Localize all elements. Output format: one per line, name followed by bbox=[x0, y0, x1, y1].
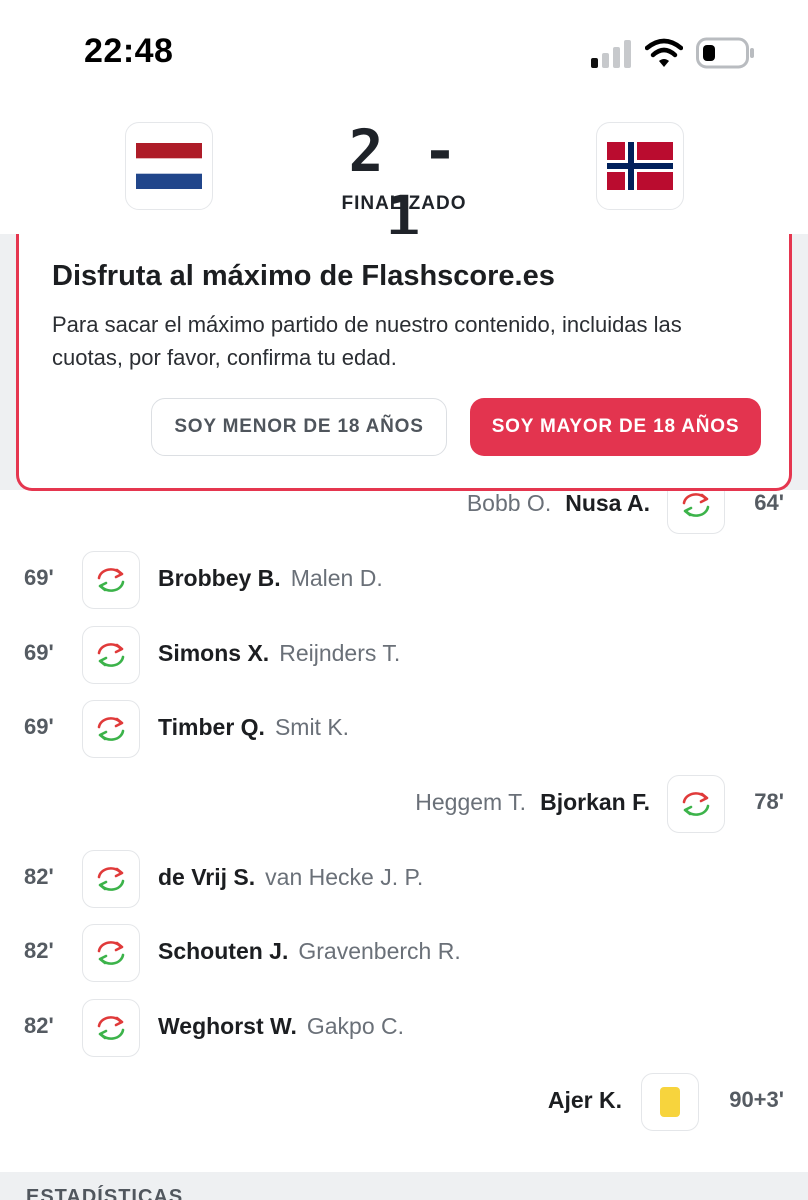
under-18-button[interactable]: SOY MENOR DE 18 AÑOS bbox=[151, 398, 447, 456]
event-players: Heggem T. Bjorkan F. bbox=[415, 789, 650, 816]
event-minute: 90+3' bbox=[729, 1087, 784, 1112]
stats-section-label: ESTADÍSTICAS bbox=[26, 1186, 184, 1200]
player-out[interactable]: Gravenberch R. bbox=[298, 938, 460, 964]
substitution-icon bbox=[82, 626, 140, 684]
substitution-icon bbox=[82, 924, 140, 982]
substitution-event-row: 82' Schouten J. Gravenberch R. bbox=[0, 924, 808, 982]
event-minute: 82' bbox=[24, 938, 54, 963]
match-score: 2 - 1 bbox=[348, 117, 460, 251]
player-in[interactable]: Timber Q. bbox=[158, 714, 265, 740]
player-in[interactable]: Bjorkan F. bbox=[540, 789, 650, 815]
player-out[interactable]: Reijnders T. bbox=[279, 640, 400, 666]
event-minute: 69' bbox=[24, 640, 54, 665]
player-out[interactable]: Bobb O. bbox=[467, 490, 551, 516]
away-team-flag[interactable] bbox=[596, 122, 684, 210]
event-minute: 78' bbox=[754, 789, 784, 814]
event-players: Simons X. Reijnders T. bbox=[158, 640, 400, 667]
banner-title: Disfruta al máximo de Flashscore.es bbox=[52, 260, 555, 292]
player-in[interactable]: Simons X. bbox=[158, 640, 269, 666]
event-players: de Vrij S. van Hecke J. P. bbox=[158, 864, 423, 891]
event-players: Ajer K. bbox=[548, 1087, 622, 1114]
event-minute: 64' bbox=[754, 490, 784, 515]
player-out[interactable]: Heggem T. bbox=[415, 789, 526, 815]
player-in[interactable]: Weghorst W. bbox=[158, 1013, 297, 1039]
substitution-event-row: 69' Timber Q. Smit K. bbox=[0, 700, 808, 758]
player-out[interactable]: van Hecke J. P. bbox=[265, 864, 423, 890]
player-out[interactable]: Malen D. bbox=[291, 565, 383, 591]
substitution-icon bbox=[82, 551, 140, 609]
event-players: Schouten J. Gravenberch R. bbox=[158, 938, 461, 965]
event-players: Weghorst W. Gakpo C. bbox=[158, 1013, 404, 1040]
age-consent-banner: Disfruta al máximo de Flashscore.es Para… bbox=[16, 234, 792, 491]
event-minute: 69' bbox=[24, 714, 54, 739]
substitution-event-row: 82' de Vrij S. van Hecke J. P. bbox=[0, 850, 808, 908]
over-18-button[interactable]: SOY MAYOR DE 18 AÑOS bbox=[470, 398, 761, 456]
battery-low-icon bbox=[696, 37, 754, 69]
event-minute: 82' bbox=[24, 1013, 54, 1038]
substitution-icon bbox=[667, 775, 725, 833]
event-minute: 82' bbox=[24, 864, 54, 889]
status-bar-time: 22:48 bbox=[84, 32, 174, 70]
match-status: FINALIZADO bbox=[341, 193, 467, 214]
substitution-event-row: 69' Simons X. Reijnders T. bbox=[0, 626, 808, 684]
cellular-signal-icon bbox=[591, 40, 631, 68]
banner-text: Para sacar el máximo partido de nuestro … bbox=[52, 312, 682, 370]
yellow-card-icon bbox=[641, 1073, 699, 1131]
netherlands-flag-icon bbox=[136, 143, 202, 189]
player-out[interactable]: Gakpo C. bbox=[307, 1013, 404, 1039]
yellow-card-event-row: 90+3' Ajer K. bbox=[0, 1073, 808, 1131]
substitution-icon bbox=[82, 999, 140, 1057]
substitution-event-row: 78' Heggem T. Bjorkan F. bbox=[0, 775, 808, 833]
stats-section-header[interactable]: ESTADÍSTICAS bbox=[0, 1172, 808, 1200]
event-minute: 69' bbox=[24, 565, 54, 590]
event-players: Timber Q. Smit K. bbox=[158, 714, 349, 741]
substitution-event-row: 82' Weghorst W. Gakpo C. bbox=[0, 999, 808, 1057]
norway-flag-icon bbox=[607, 142, 673, 190]
home-team-flag[interactable] bbox=[125, 122, 213, 210]
match-detail-screen: 22:48 2 - 1 FINALIZADO Disfruta al máxim… bbox=[0, 0, 808, 1200]
substitution-icon bbox=[82, 850, 140, 908]
substitution-event-row: 69' Brobbey B. Malen D. bbox=[0, 551, 808, 609]
player-out[interactable]: Smit K. bbox=[275, 714, 349, 740]
player-in[interactable]: Brobbey B. bbox=[158, 565, 281, 591]
substitution-icon bbox=[82, 700, 140, 758]
wifi-icon bbox=[645, 38, 683, 67]
event-players: Brobbey B. Malen D. bbox=[158, 565, 383, 592]
booked-player[interactable]: Ajer K. bbox=[548, 1087, 622, 1113]
player-in[interactable]: de Vrij S. bbox=[158, 864, 255, 890]
player-in[interactable]: Nusa A. bbox=[565, 490, 650, 516]
player-in[interactable]: Schouten J. bbox=[158, 938, 288, 964]
event-players: Bobb O. Nusa A. bbox=[467, 490, 650, 517]
